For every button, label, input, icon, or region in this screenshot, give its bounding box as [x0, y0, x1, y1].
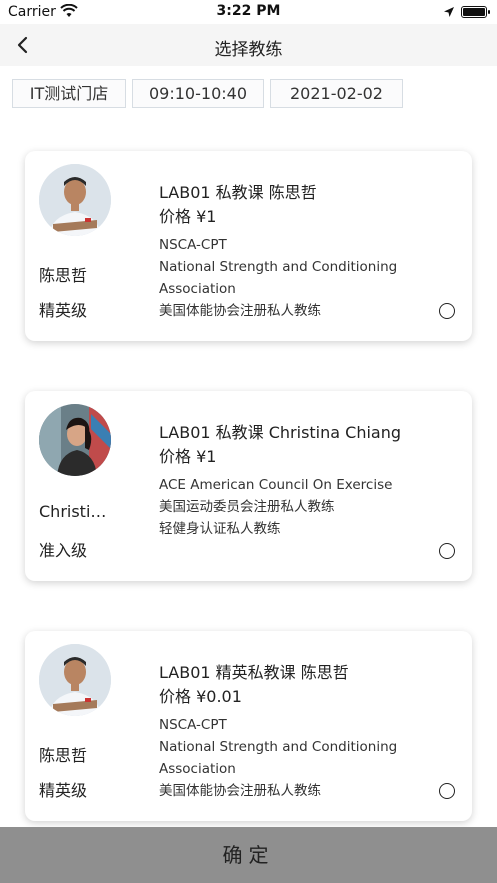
certifications: NSCA-CPT National Strength and Condition…	[159, 234, 429, 322]
location-arrow-icon	[444, 7, 454, 17]
coach-level: 精英级	[39, 781, 88, 800]
select-radio[interactable]	[439, 543, 455, 559]
confirm-button[interactable]: 确定	[0, 827, 497, 883]
course-title: LAB01 精英私教课 陈思哲	[159, 663, 349, 682]
coach-card[interactable]: 陈思哲 精英级 LAB01 精英私教课 陈思哲 价格 ¥0.01 NSCA-CP…	[25, 631, 472, 821]
cert-line: 轻健身认证私人教练	[159, 521, 281, 537]
cert-line: NSCA-CPT	[159, 237, 227, 253]
coach-photo-male-icon	[39, 164, 111, 236]
store-chip[interactable]: IT测试门店	[12, 79, 126, 108]
certifications: ACE American Council On Exercise 美国运动委员会…	[159, 474, 429, 540]
cert-line: 美国体能协会注册私人教练	[159, 303, 321, 319]
course-title: LAB01 私教课 Christina Chiang	[159, 423, 402, 442]
avatar	[39, 404, 111, 476]
clock: 3:22 PM	[216, 3, 281, 19]
cert-line: 美国运动委员会注册私人教练	[159, 499, 335, 515]
cert-line: National Strength and Conditioning Assoc…	[159, 259, 398, 297]
avatar	[39, 164, 111, 236]
price-label: 价格 ¥1	[159, 207, 217, 226]
cert-line: 美国体能协会注册私人教练	[159, 783, 321, 799]
cert-line: National Strength and Conditioning Assoc…	[159, 739, 398, 777]
battery-icon	[461, 6, 490, 18]
coach-level: 精英级	[39, 301, 88, 320]
select-radio[interactable]	[439, 303, 455, 319]
course-title: LAB01 私教课 陈思哲	[159, 183, 317, 202]
coach-card[interactable]: 陈思哲 精英级 LAB01 私教课 陈思哲 价格 ¥1 NSCA-CPT Nat…	[25, 151, 472, 341]
cert-line: ACE American Council On Exercise	[159, 477, 393, 493]
select-radio[interactable]	[439, 783, 455, 799]
date-chip[interactable]: 2021-02-02	[270, 79, 403, 108]
coach-name: Christina Chiang	[39, 502, 109, 521]
page-title: 选择教练	[214, 40, 283, 60]
price-label: 价格 ¥1	[159, 447, 217, 466]
coach-level: 准入级	[39, 541, 88, 560]
status-bar: Carrier 3:22 PM	[0, 0, 497, 24]
coach-photo-male-icon	[39, 644, 111, 716]
time-slot-chip[interactable]: 09:10-10:40	[132, 79, 264, 108]
certifications: NSCA-CPT National Strength and Condition…	[159, 714, 429, 802]
nav-bar: 选择教练	[0, 24, 497, 66]
cert-line: NSCA-CPT	[159, 717, 227, 733]
avatar	[39, 644, 111, 716]
coach-name: 陈思哲	[39, 266, 88, 285]
coach-photo-female-icon	[39, 404, 111, 476]
coach-card[interactable]: Christina Chiang 准入级 LAB01 私教课 Christina…	[25, 391, 472, 581]
coach-name: 陈思哲	[39, 746, 88, 765]
price-label: 价格 ¥0.01	[159, 687, 242, 706]
